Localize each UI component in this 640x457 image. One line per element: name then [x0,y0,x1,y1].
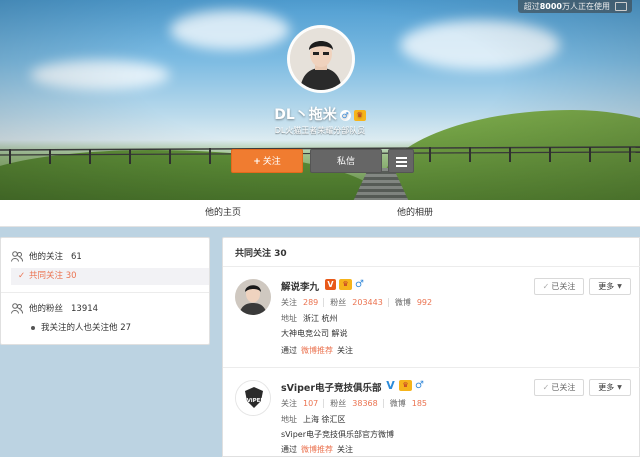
list-item: sViPER sViper电子竞技俱乐部 V ♛ ♂ 关注 107 粉丝 38368 微博 1… [223,368,640,457]
bullet-icon [31,326,35,330]
source-link[interactable]: 微博推荐 [301,346,333,355]
follow-source: 通过 微博推荐 关注 [281,346,353,355]
verified-v-icon[interactable]: V [325,279,336,290]
sviper-logo-icon: sViPER [236,381,270,415]
tab-album[interactable]: 他的相册 [397,200,433,227]
user-avatar[interactable]: sViPER [235,380,271,416]
follow-source: 通过 微博推荐 关注 [281,445,353,454]
user-badges: V ♛ ♂ [325,279,364,291]
user-location: 地址 浙江 杭州 [281,314,338,323]
tab-home[interactable]: 他的主页 [205,200,241,227]
following-count[interactable]: 107 [303,399,318,408]
sidebar-item-following[interactable]: 他的关注 61 [11,250,82,264]
sidebar-item-known-followers[interactable]: 我关注的人也关注他 27 [41,321,131,335]
user-stats: 关注 289 粉丝 203443 微博 992 [281,298,433,307]
mutual-follow-list: 共同关注 30 解说李九 V ♛ ♂ 关注 289 粉丝 203443 微博 992 地址 浙江… [222,237,640,457]
message-button[interactable]: 私信 [310,149,382,173]
person-avatar-icon [290,28,352,90]
sidebar-item-followers[interactable]: 他的粉丝 13914 [11,302,98,316]
profile-name: DL丶拖米 ♂ ♛ [0,104,640,124]
relations-sidebar: 他的关注 61 ✓ 共同关注 30 他的粉丝 13914 我关注的人也关注他 27 [0,237,210,345]
people-icon [11,303,23,314]
chevron-down-icon: ▼ [617,283,622,290]
fans-count[interactable]: 203443 [352,298,383,307]
plus-icon: + [253,157,261,167]
male-gender-icon: ♂ [355,279,364,290]
user-intro: 大神电竞公司 解说 [281,329,348,338]
check-icon: ✓ [18,271,26,281]
profile-bio: DL火猫王者荣耀分部队员 [274,126,366,135]
user-badges: V ♛ ♂ [385,380,424,392]
verified-v-icon[interactable]: V [385,380,396,391]
weibo-count[interactable]: 185 [412,399,427,408]
person-avatar-icon [235,279,271,315]
check-icon: ✓ [542,282,550,291]
more-menu-button[interactable] [388,149,414,173]
usage-badge[interactable]: 超过8000万人正在使用 [517,0,632,13]
svg-text:sViPER: sViPER [243,398,265,404]
user-name[interactable]: sViper电子竞技俱乐部 [281,380,382,394]
vip-crown-icon[interactable]: ♛ [353,109,366,121]
vip-crown-icon[interactable]: ♛ [399,380,412,391]
user-name[interactable]: 解说李九 [281,279,319,293]
more-dropdown-button[interactable]: 更多 ▼ [589,278,631,295]
more-dropdown-button[interactable]: 更多 ▼ [589,379,631,396]
vip-crown-icon[interactable]: ♛ [339,279,352,290]
list-item: 解说李九 V ♛ ♂ 关注 289 粉丝 203443 微博 992 地址 浙江 杭州 大神电竞… [223,267,640,367]
male-gender-icon: ♂ [415,380,424,391]
user-intro: sViper电子竞技俱乐部官方微博 [281,430,394,439]
fans-count[interactable]: 38368 [352,399,377,408]
people-icon [11,251,23,262]
source-link[interactable]: 微博推荐 [301,445,333,454]
user-stats: 关注 107 粉丝 38368 微博 185 [281,399,428,408]
profile-tabs: 他的主页 他的相册 [0,200,640,227]
followed-button[interactable]: ✓ 已关注 [534,379,584,396]
weibo-count[interactable]: 992 [417,298,432,307]
list-title: 共同关注 30 [235,249,287,259]
user-avatar[interactable] [235,279,271,315]
following-count[interactable]: 289 [303,298,318,307]
user-location: 地址 上海 徐汇区 [281,415,346,424]
follow-button[interactable]: + 关注 [231,149,303,173]
profile-avatar[interactable] [287,25,355,93]
sidebar-item-mutual[interactable]: ✓ 共同关注 30 [11,268,209,285]
chevron-down-icon: ▼ [617,384,622,391]
followed-button[interactable]: ✓ 已关注 [534,278,584,295]
check-icon: ✓ [542,383,550,392]
monitor-icon [615,2,627,11]
male-gender-icon: ♂ [339,109,351,121]
